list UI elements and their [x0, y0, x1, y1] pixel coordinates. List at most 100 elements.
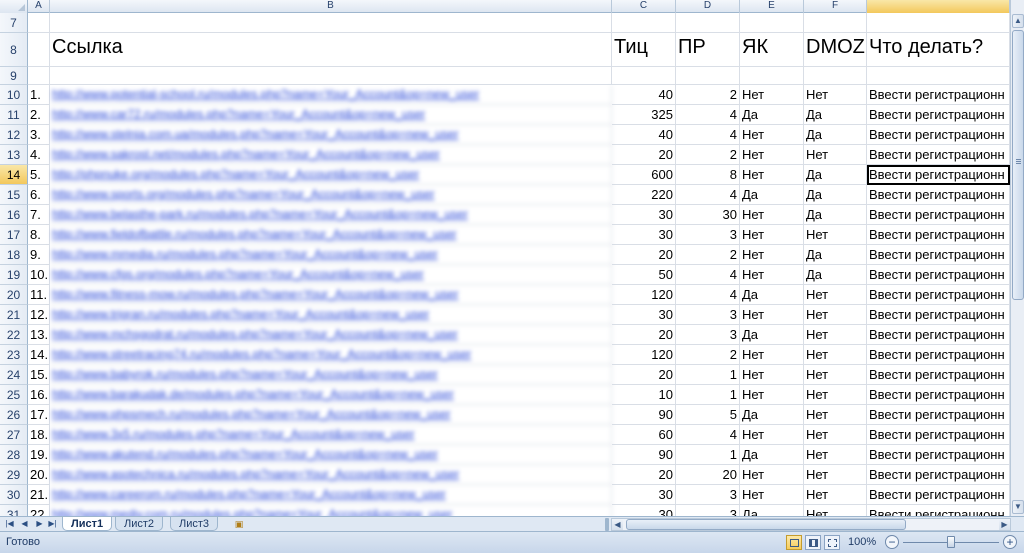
- dmoz-cell[interactable]: Нет: [804, 345, 867, 365]
- link-cell[interactable]: http://www.car72.ru/modules.php?name=You…: [50, 105, 612, 125]
- cell[interactable]: [676, 13, 740, 33]
- pr-cell[interactable]: 8: [676, 165, 740, 185]
- link-cell[interactable]: http://www.careerom.ru/modules.php?name=…: [50, 485, 612, 505]
- zoom-in-icon[interactable]: +: [1003, 535, 1017, 549]
- link-cell[interactable]: http://www.mmedia.ru/modules.php?name=Yo…: [50, 245, 612, 265]
- spreadsheet-grid[interactable]: 7 8 Ссылка Тиц ПР ЯК DMOZ Что делать? 9 10 1. http:…: [0, 13, 1010, 516]
- row-index[interactable]: 2.: [28, 105, 50, 125]
- yak-cell[interactable]: Нет: [740, 385, 804, 405]
- scroll-right-icon[interactable]: ▶: [999, 519, 1010, 530]
- cell[interactable]: [804, 13, 867, 33]
- row-index[interactable]: 20.: [28, 465, 50, 485]
- row-index[interactable]: 15.: [28, 365, 50, 385]
- row-header[interactable]: 15: [0, 185, 28, 205]
- sheet-tab-1[interactable]: Лист1: [62, 517, 113, 531]
- yak-cell[interactable]: Нет: [740, 365, 804, 385]
- tic-cell[interactable]: 325: [612, 105, 676, 125]
- yak-cell[interactable]: Нет: [740, 165, 804, 185]
- row-header[interactable]: 13: [0, 145, 28, 165]
- row-index[interactable]: 6.: [28, 185, 50, 205]
- horizontal-scrollbar[interactable]: ◀ ▶: [611, 518, 1011, 531]
- row-index[interactable]: 14.: [28, 345, 50, 365]
- pr-cell[interactable]: 5: [676, 405, 740, 425]
- row-header[interactable]: 7: [0, 13, 28, 33]
- row-index[interactable]: 4.: [28, 145, 50, 165]
- action-cell[interactable]: Ввести регистрационн: [867, 285, 1010, 305]
- row-index[interactable]: 7.: [28, 205, 50, 225]
- column-header-f[interactable]: F: [804, 0, 867, 13]
- pr-cell[interactable]: 3: [676, 485, 740, 505]
- cell[interactable]: [867, 13, 1010, 33]
- prev-sheet-icon[interactable]: ◀: [19, 518, 30, 530]
- row-header[interactable]: 23: [0, 345, 28, 365]
- action-cell[interactable]: Ввести регистрационн: [867, 105, 1010, 125]
- tic-cell[interactable]: 20: [612, 245, 676, 265]
- tic-cell[interactable]: 90: [612, 445, 676, 465]
- yak-cell[interactable]: Нет: [740, 425, 804, 445]
- tic-cell[interactable]: 20: [612, 465, 676, 485]
- pr-cell[interactable]: 3: [676, 505, 740, 516]
- pr-cell[interactable]: 4: [676, 425, 740, 445]
- pr-cell[interactable]: 2: [676, 345, 740, 365]
- link-cell[interactable]: http://www.fieldofbattle.ru/modules.php?…: [50, 225, 612, 245]
- pr-cell[interactable]: 1: [676, 365, 740, 385]
- link-cell[interactable]: http://www.sports.org/modules.php?name=Y…: [50, 185, 612, 205]
- yak-cell[interactable]: Да: [740, 405, 804, 425]
- horizontal-scroll-thumb[interactable]: [626, 519, 906, 530]
- link-cell[interactable]: http://www.fitness-mow.ru/modules.php?na…: [50, 285, 612, 305]
- dmoz-cell[interactable]: Да: [804, 205, 867, 225]
- cell[interactable]: [804, 67, 867, 85]
- tic-cell[interactable]: 30: [612, 225, 676, 245]
- row-header[interactable]: 30: [0, 485, 28, 505]
- yak-cell[interactable]: Нет: [740, 205, 804, 225]
- dmoz-cell[interactable]: Нет: [804, 485, 867, 505]
- row-index[interactable]: 10.: [28, 265, 50, 285]
- row-header[interactable]: 21: [0, 305, 28, 325]
- dmoz-cell[interactable]: Да: [804, 265, 867, 285]
- pr-cell[interactable]: 2: [676, 85, 740, 105]
- tic-cell[interactable]: 220: [612, 185, 676, 205]
- dmoz-cell[interactable]: Нет: [804, 385, 867, 405]
- yak-cell[interactable]: Нет: [740, 305, 804, 325]
- yak-cell[interactable]: Нет: [740, 145, 804, 165]
- action-cell[interactable]: Ввести регистрационн: [867, 505, 1010, 516]
- zoom-level[interactable]: 100%: [848, 536, 876, 548]
- yak-cell[interactable]: Да: [740, 505, 804, 516]
- tic-cell[interactable]: 120: [612, 345, 676, 365]
- scroll-down-icon[interactable]: ▼: [1012, 500, 1024, 514]
- next-sheet-icon[interactable]: ▶: [34, 518, 45, 530]
- row-header[interactable]: 18: [0, 245, 28, 265]
- link-cell[interactable]: http://www.akutend.ru/modules.php?name=Y…: [50, 445, 612, 465]
- column-header-g[interactable]: [867, 0, 1010, 13]
- link-cell[interactable]: http://www.belasthe-park.ru/modules.php?…: [50, 205, 612, 225]
- action-cell[interactable]: Ввести регистрационн: [867, 305, 1010, 325]
- sheet-tab-3[interactable]: Лист3: [170, 517, 219, 531]
- cell[interactable]: [28, 13, 50, 33]
- dmoz-cell[interactable]: Нет: [804, 225, 867, 245]
- action-cell[interactable]: Ввести регистрационн: [867, 425, 1010, 445]
- row-header[interactable]: 20: [0, 285, 28, 305]
- first-sheet-icon[interactable]: |◀: [4, 518, 15, 530]
- row-index[interactable]: 21.: [28, 485, 50, 505]
- link-cell[interactable]: http://www.trigran.ru/modules.php?name=Y…: [50, 305, 612, 325]
- row-header[interactable]: 28: [0, 445, 28, 465]
- cell[interactable]: [612, 67, 676, 85]
- cell[interactable]: [28, 33, 50, 67]
- column-header-e[interactable]: E: [740, 0, 804, 13]
- link-cell[interactable]: http://www.3x5.ru/modules.php?name=Your_…: [50, 425, 612, 445]
- yak-cell[interactable]: Да: [740, 105, 804, 125]
- row-index[interactable]: 12.: [28, 305, 50, 325]
- sheet-tab-2[interactable]: Лист2: [115, 517, 164, 531]
- row-index[interactable]: 13.: [28, 325, 50, 345]
- dmoz-cell[interactable]: Нет: [804, 465, 867, 485]
- column-header-a[interactable]: A: [28, 0, 50, 13]
- last-sheet-icon[interactable]: ▶|: [47, 518, 58, 530]
- action-cell[interactable]: Ввести регистрационн: [867, 485, 1010, 505]
- vertical-scroll-thumb[interactable]: [1012, 30, 1024, 300]
- row-header[interactable]: 26: [0, 405, 28, 425]
- tic-cell[interactable]: 50: [612, 265, 676, 285]
- row-index[interactable]: 11.: [28, 285, 50, 305]
- row-index[interactable]: 1.: [28, 85, 50, 105]
- action-cell[interactable]: Ввести регистрационн: [867, 445, 1010, 465]
- column-header-b[interactable]: B: [50, 0, 612, 13]
